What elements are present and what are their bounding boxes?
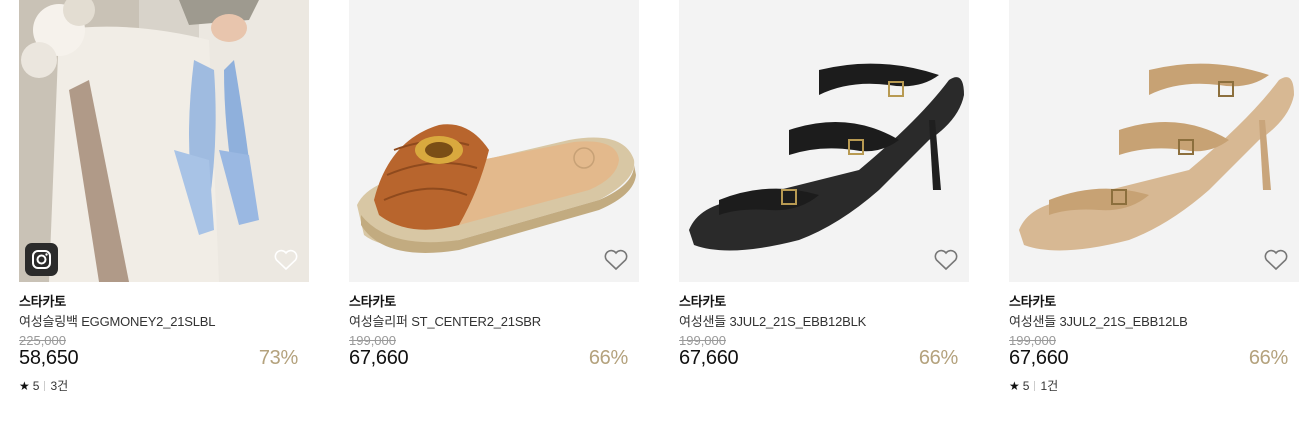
sale-price: 67,660 <box>679 347 739 369</box>
heart-outline-icon[interactable] <box>933 248 959 272</box>
original-price: 225,000 <box>19 333 66 348</box>
original-price: 199,000 <box>349 333 396 348</box>
discount-rate: 66% <box>588 347 628 369</box>
product-name[interactable]: 여성슬링백 EGGMONEY2_21SLBL <box>19 311 216 330</box>
original-price: 199,000 <box>679 333 726 348</box>
review-count: 1건 <box>1040 379 1059 393</box>
rating-value: 5 <box>32 378 40 393</box>
product-card[interactable]: 스타카토 여성샌들 3JUL2_21S_EBB12LB 199,000 67,6… <box>1009 0 1299 393</box>
product-image[interactable] <box>349 0 639 282</box>
sale-price: 67,660 <box>1009 347 1069 369</box>
black-strappy-heel-sandal-photo <box>689 63 964 251</box>
sale-price: 67,660 <box>349 347 409 369</box>
review-count: 3건 <box>50 379 69 393</box>
review-summary: ★ 5 3건 <box>19 377 68 394</box>
brand-name[interactable]: 스타카토 <box>1009 291 1056 310</box>
blue-slingback-heels-photo <box>19 0 309 282</box>
brand-name[interactable]: 스타카토 <box>19 291 66 310</box>
instagram-icon[interactable] <box>25 243 58 276</box>
brand-name[interactable]: 스타카토 <box>349 291 396 310</box>
divider <box>1034 380 1036 391</box>
heart-outline-icon[interactable] <box>1263 248 1289 272</box>
star-icon: ★ <box>1009 378 1020 393</box>
heart-outline-icon[interactable] <box>603 248 629 272</box>
brown-espadrille-slide-photo <box>357 124 636 253</box>
heart-outline-icon[interactable] <box>273 248 299 272</box>
beige-strappy-heel-sandal-photo <box>1019 63 1294 251</box>
product-card[interactable]: 스타카토 여성슬링백 EGGMONEY2_21SLBL 225,000 58,6… <box>19 0 309 393</box>
rating-value: 5 <box>1022 378 1030 393</box>
product-name[interactable]: 여성샌들 3JUL2_21S_EBB12BLK <box>679 311 866 330</box>
product-image[interactable] <box>679 0 969 282</box>
divider <box>44 380 46 391</box>
product-card[interactable]: 스타카토 여성샌들 3JUL2_21S_EBB12BLK 199,000 67,… <box>679 0 969 369</box>
product-image[interactable] <box>19 0 309 282</box>
product-card[interactable]: 스타카토 여성슬리퍼 ST_CENTER2_21SBR 199,000 67,6… <box>349 0 639 369</box>
sale-price: 58,650 <box>19 347 79 369</box>
discount-rate: 73% <box>258 347 298 369</box>
product-image[interactable] <box>1009 0 1299 282</box>
product-name[interactable]: 여성샌들 3JUL2_21S_EBB12LB <box>1009 311 1188 330</box>
original-price: 199,000 <box>1009 333 1056 348</box>
product-name[interactable]: 여성슬리퍼 ST_CENTER2_21SBR <box>349 311 541 330</box>
star-icon: ★ <box>19 378 30 393</box>
review-summary: ★ 5 1건 <box>1009 377 1058 394</box>
discount-rate: 66% <box>1248 347 1288 369</box>
discount-rate: 66% <box>918 347 958 369</box>
brand-name[interactable]: 스타카토 <box>679 291 726 310</box>
